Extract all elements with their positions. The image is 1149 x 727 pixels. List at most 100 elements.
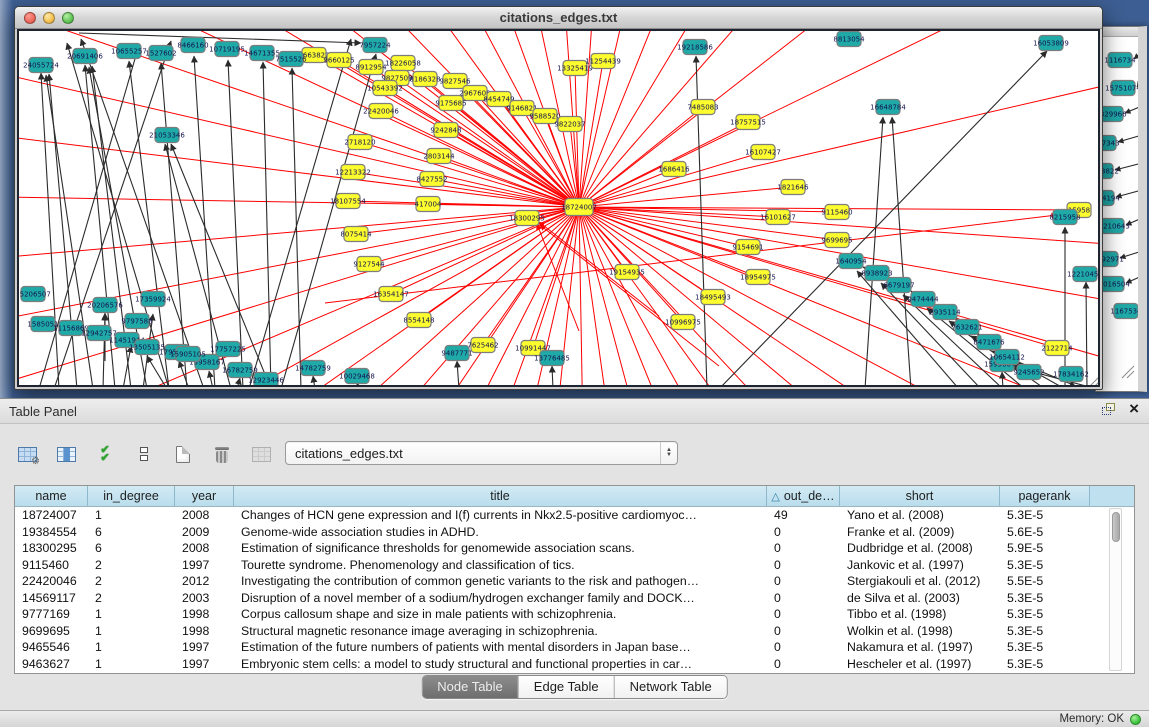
- table-settings-button[interactable]: ⚙: [14, 441, 40, 467]
- resize-grip-icon[interactable]: [1089, 374, 1100, 387]
- resize-grip-icon[interactable]: [1094, 379, 1100, 387]
- network-node[interactable]: 1167534: [1110, 304, 1138, 319]
- network-node[interactable]: 21053346: [149, 128, 185, 143]
- network-node[interactable]: 9242848: [430, 123, 461, 138]
- network-node[interactable]: 9699695: [821, 233, 852, 248]
- row-height-button[interactable]: [131, 441, 157, 467]
- network-node[interactable]: 2718120: [344, 135, 375, 150]
- network-node[interactable]: 9175685: [435, 96, 466, 111]
- network-node[interactable]: 8186328: [409, 72, 440, 87]
- network-node[interactable]: 13776485: [534, 351, 570, 366]
- network-node[interactable]: 1686416: [658, 162, 690, 177]
- column-header-in_degree[interactable]: in_degree: [88, 486, 175, 506]
- network-node[interactable]: 2803144: [423, 149, 455, 164]
- network-node[interactable]: 9154691: [732, 240, 763, 255]
- network-node[interactable]: 10719195: [209, 42, 245, 57]
- network-node[interactable]: 22420046: [363, 104, 399, 119]
- resize-grip-icon[interactable]: [1099, 384, 1100, 387]
- network-node[interactable]: 17359924: [135, 292, 171, 307]
- vertical-scrollbar[interactable]: [1109, 508, 1122, 671]
- select-column-button[interactable]: [53, 441, 79, 467]
- network-node[interactable]: 1116734: [1104, 53, 1136, 68]
- network-node[interactable]: 9474444: [907, 292, 939, 307]
- network-node[interactable]: 6679197: [883, 278, 914, 293]
- network-node[interactable]: 9797588: [121, 314, 152, 329]
- network-node[interactable]: 10029468: [339, 369, 375, 384]
- network-node[interactable]: 19154935: [609, 265, 645, 280]
- network-node[interactable]: 8813054: [833, 32, 865, 47]
- network-node[interactable]: 2935114: [929, 305, 961, 320]
- network-node[interactable]: 17834162: [1053, 367, 1089, 382]
- window-titlebar[interactable]: citations_edges.txt: [15, 7, 1102, 29]
- column-header-name[interactable]: name: [15, 486, 88, 506]
- table-row[interactable]: 1938455462009Genome-wide association stu…: [15, 524, 1134, 541]
- network-node[interactable]: 9245652: [1013, 365, 1044, 380]
- table-panel-titlebar[interactable]: Table Panel ×: [0, 399, 1149, 424]
- network-node[interactable]: 10654112: [989, 350, 1025, 365]
- network-node[interactable]: 12213322: [335, 165, 371, 180]
- network-node[interactable]: 16354147: [373, 287, 409, 302]
- network-node[interactable]: 12923446: [248, 373, 284, 388]
- column-header-pagerank[interactable]: pagerank: [1000, 486, 1090, 506]
- network-node[interactable]: 16648784: [870, 100, 906, 115]
- network-node[interactable]: 8912954: [355, 60, 387, 75]
- network-node[interactable]: 24055724: [23, 58, 59, 73]
- network-node[interactable]: 18954975: [740, 270, 776, 285]
- network-node[interactable]: 9115460: [821, 205, 852, 220]
- table-row[interactable]: 946362711997Embryonic stem cells: a mode…: [15, 656, 1134, 673]
- network-view-window[interactable]: citations_edges.txt 76638229660125891295…: [14, 6, 1103, 390]
- column-header-title[interactable]: title: [234, 486, 767, 506]
- network-node[interactable]: 18226058: [385, 56, 421, 71]
- column-header-year[interactable]: year: [175, 486, 234, 506]
- network-node[interactable]: 18757515: [730, 115, 766, 130]
- network-node[interactable]: 8554148: [403, 313, 434, 328]
- network-node[interactable]: 8427552: [416, 172, 447, 187]
- column-header-short[interactable]: short: [840, 486, 1000, 506]
- network-node[interactable]: 10655257: [111, 44, 147, 59]
- network-node[interactable]: 7485083: [687, 100, 718, 115]
- network-node[interactable]: 1527602: [145, 46, 176, 61]
- network-node[interactable]: 8075414: [340, 227, 372, 242]
- network-node[interactable]: 11254439: [585, 54, 621, 69]
- network-node[interactable]: 18107554: [330, 194, 366, 209]
- column-header-out_de[interactable]: △out_de…: [767, 486, 840, 506]
- network-node[interactable]: 16107427: [745, 145, 781, 160]
- network-node[interactable]: 7957224: [359, 38, 391, 53]
- network-node[interactable]: 9660125: [323, 53, 354, 68]
- network-node[interactable]: 1640954: [835, 254, 867, 269]
- select-all-button[interactable]: ✔✔: [92, 441, 118, 467]
- network-node[interactable]: 1821646: [777, 180, 809, 195]
- network-node[interactable]: 417004: [415, 197, 442, 212]
- close-panel-icon[interactable]: ×: [1129, 402, 1139, 416]
- dropdown-stepper-icon[interactable]: ▲▼: [660, 442, 677, 464]
- network-node[interactable]: 9487771: [441, 346, 472, 361]
- network-graph[interactable]: 7663822966012589129541822605898275091054…: [19, 31, 1100, 387]
- network-node[interactable]: 9127544: [353, 257, 385, 272]
- network-node[interactable]: 18300295: [509, 211, 545, 226]
- network-node[interactable]: 17757225: [210, 342, 246, 357]
- network-node[interactable]: 15751074: [1105, 81, 1138, 96]
- network-node[interactable]: 9822037: [554, 117, 585, 132]
- network-canvas[interactable]: 7663822966012589129541822605898275091054…: [17, 29, 1100, 387]
- network-node[interactable]: 8215958: [1049, 210, 1080, 225]
- new-table-button[interactable]: [170, 441, 196, 467]
- tab-node-table[interactable]: Node Table: [422, 676, 519, 698]
- table-row[interactable]: 1830029562008Estimation of significance …: [15, 540, 1134, 557]
- network-node[interactable]: 18495493: [695, 290, 731, 305]
- table-row[interactable]: 1456911722003Disruption of a novel membe…: [15, 590, 1134, 607]
- network-node[interactable]: 16053809: [1033, 36, 1069, 51]
- network-node[interactable]: 16782759: [222, 363, 258, 378]
- table-row[interactable]: 946554611997Estimation of the future num…: [15, 639, 1134, 656]
- table-row[interactable]: 977716911998Corpus callosum shape and si…: [15, 606, 1134, 623]
- network-node[interactable]: 10996975: [665, 315, 701, 330]
- network-node[interactable]: 20206576: [87, 298, 123, 313]
- table-row[interactable]: 2242004622012Investigating the contribut…: [15, 573, 1134, 590]
- network-node[interactable]: 10543392: [367, 81, 403, 96]
- network-node[interactable]: 12210454: [1067, 267, 1100, 282]
- table-row[interactable]: 1872400712008Changes of HCN gene express…: [15, 507, 1134, 524]
- network-node[interactable]: 2122714: [1041, 341, 1073, 356]
- table-row[interactable]: 911546021997Tourette syndrome. Phenomeno…: [15, 557, 1134, 574]
- float-panel-icon[interactable]: [1102, 402, 1117, 416]
- table-row[interactable]: 969969511998Structural magnetic resonanc…: [15, 623, 1134, 640]
- network-node[interactable]: 25206507: [19, 287, 51, 302]
